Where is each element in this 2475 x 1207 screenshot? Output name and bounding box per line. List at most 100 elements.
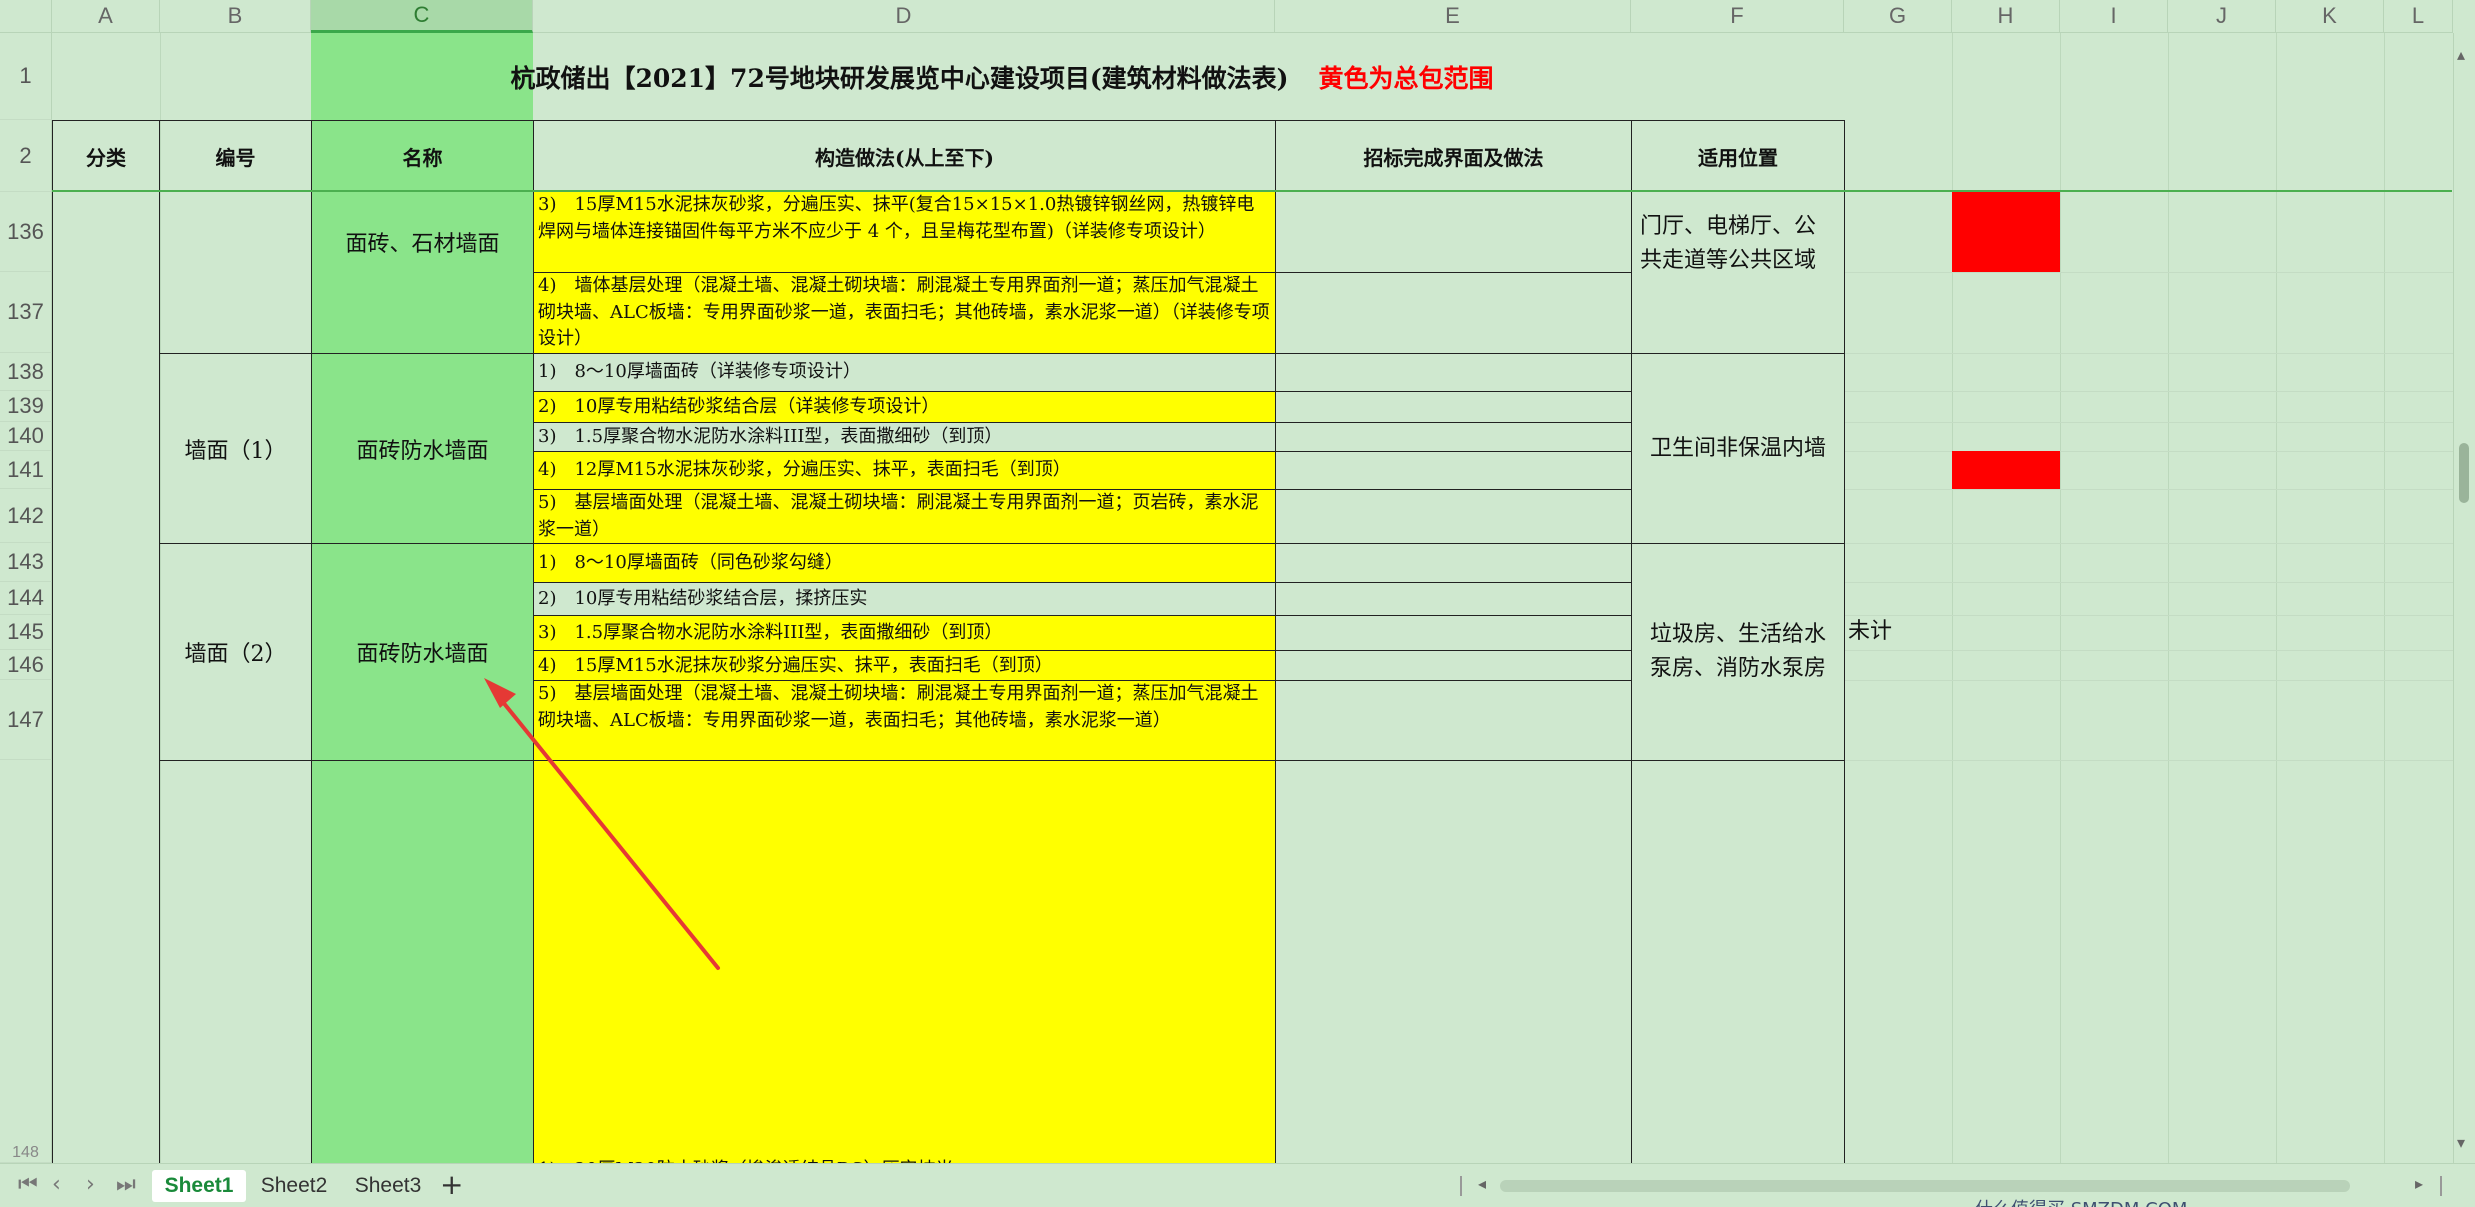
method-row-146[interactable]: 4) 15厚M15水泥抹灰砂浆分遍压实、抹平，表面扫毛（到顶） [533, 650, 1276, 681]
red-marker-h141[interactable] [1952, 451, 2060, 489]
column-header-j[interactable]: J [2168, 0, 2276, 33]
method-cell-g4[interactable]: 1) 20厚M20防水砂浆（掺渗透结晶DS）压实抹光 [533, 760, 1276, 1170]
column-header-h[interactable]: H [1952, 0, 2060, 33]
row-header-140[interactable]: 140 [0, 422, 52, 451]
header-category[interactable]: 分类 [52, 120, 160, 192]
gridline [1844, 422, 2453, 423]
vertical-scrollbar[interactable]: ▴ ▾ [2453, 33, 2475, 1163]
bid-row-146[interactable] [1275, 650, 1632, 681]
scroll-left-icon[interactable]: ◂ [1478, 1174, 1486, 1193]
row-header-144[interactable]: 144 [0, 582, 52, 615]
bid-row-147[interactable] [1275, 680, 1632, 761]
row-header-147[interactable]: 147 [0, 680, 52, 760]
header-code[interactable]: 编号 [159, 120, 312, 192]
gridline [1844, 353, 2453, 354]
select-all-corner[interactable] [0, 0, 52, 33]
gridline [1844, 650, 2453, 651]
row-header-1[interactable]: 1 [0, 33, 52, 120]
row-header-138[interactable]: 138 [0, 353, 52, 391]
method-row-145[interactable]: 3) 1.5厚聚合物水泥防水涂料III型，表面撒细砂（到顶） [533, 615, 1276, 651]
location-cell-g2[interactable]: 卫生间非保温内墙 [1631, 353, 1845, 544]
prev-sheet-icon[interactable]: ‹ [52, 1172, 61, 1197]
gridline [2276, 33, 2277, 1163]
view-splitter[interactable] [2440, 1176, 2442, 1196]
column-header-d[interactable]: D [533, 0, 1275, 33]
header-location[interactable]: 适用位置 [1631, 120, 1845, 192]
row-header-145[interactable]: 145 [0, 615, 52, 650]
method-row-141[interactable]: 4) 12厚M15水泥抹灰砂浆，分遍压实、抹平，表面扫毛（到顶） [533, 451, 1276, 490]
method-row-136[interactable]: 3) 15厚M15水泥抹灰砂浆，分遍压实、抹平(复合15×15×1.0热镀锌钢丝… [533, 191, 1276, 273]
tab-sheet2[interactable]: Sheet2 [252, 1170, 336, 1202]
bid-row-138[interactable] [1275, 353, 1632, 392]
row-header-139[interactable]: 139 [0, 391, 52, 422]
next-sheet-icon[interactable]: › [86, 1172, 95, 1197]
bid-row-140[interactable] [1275, 422, 1632, 452]
bid-row-142[interactable] [1275, 489, 1632, 544]
tab-sheet1[interactable]: Sheet1 [152, 1170, 246, 1202]
method-row-138[interactable]: 1) 8～10厚墙面砖（详装修专项设计） [533, 353, 1276, 392]
gridline [1844, 760, 2453, 761]
bid-row-137[interactable] [1275, 272, 1632, 354]
code-cell-g2[interactable]: 墙面（1） [159, 353, 312, 544]
last-sheet-icon[interactable]: ⏭ [116, 1172, 136, 1197]
row-header-146[interactable]: 146 [0, 650, 52, 680]
method-row-140[interactable]: 3) 1.5厚聚合物水泥防水涂料III型，表面撒细砂（到顶） [533, 422, 1276, 452]
vertical-scroll-thumb[interactable] [2459, 443, 2469, 503]
title-row[interactable]: 杭政储出【2021】72号地块研发展览中心建设项目(建筑材料做法表) 黄色为总包… [160, 33, 1844, 120]
category-merged-cell[interactable] [52, 191, 160, 1171]
location-cell-g3[interactable]: 垃圾房、生活给水泵房、消防水泵房 [1631, 543, 1845, 761]
name-cell-g4[interactable] [311, 760, 534, 1170]
name-cell-g1[interactable]: 面砖、石材墙面 [311, 191, 534, 354]
method-row-143[interactable]: 1) 8～10厚墙面砖（同色砂浆勾缝） [533, 543, 1276, 583]
scroll-up-icon[interactable]: ▴ [2457, 45, 2465, 64]
code-cell-g4[interactable] [159, 760, 312, 1170]
column-header-e[interactable]: E [1275, 0, 1631, 33]
first-sheet-icon[interactable]: ⏮ [18, 1172, 38, 1197]
column-header-a[interactable]: A [52, 0, 160, 33]
column-header-i[interactable]: I [2060, 0, 2168, 33]
bid-row-139[interactable] [1275, 391, 1632, 423]
row-header-137[interactable]: 137 [0, 272, 52, 353]
column-header-l[interactable]: L [2384, 0, 2453, 33]
column-header-g[interactable]: G [1844, 0, 1952, 33]
method-row-137[interactable]: 4) 墙体基层处理（混凝土墙、混凝土砌块墙：刷混凝土专用界面剂一道；蒸压加气混凝… [533, 272, 1276, 354]
scroll-right-icon[interactable]: ▸ [2415, 1174, 2423, 1193]
add-sheet-icon[interactable]: + [440, 1168, 463, 1201]
tab-sheet3[interactable]: Sheet3 [346, 1170, 430, 1202]
method-row-142[interactable]: 5) 基层墙面处理（混凝土墙、混凝土砌块墙：刷混凝土专用界面剂一道；页岩砖，素水… [533, 489, 1276, 544]
note-cell-g145[interactable]: 未计 [1848, 614, 1948, 650]
bid-row-136[interactable] [1275, 191, 1632, 273]
column-header-b[interactable]: B [160, 0, 311, 33]
scroll-down-icon[interactable]: ▾ [2457, 1133, 2465, 1152]
row-header-143[interactable]: 143 [0, 543, 52, 582]
red-marker-h136[interactable] [1952, 192, 2060, 272]
bid-row-143[interactable] [1275, 543, 1632, 583]
row-header-136[interactable]: 136 [0, 192, 52, 272]
horizontal-scroll-thumb[interactable] [1500, 1180, 2350, 1192]
bid-cell-g4[interactable] [1275, 760, 1632, 1170]
tab-splitter[interactable] [1460, 1176, 1462, 1196]
method-row-147[interactable]: 5) 基层墙面处理（混凝土墙、混凝土砌块墙：刷混凝土专用界面剂一道；蒸压加气混凝… [533, 680, 1276, 761]
row-header-141[interactable]: 141 [0, 451, 52, 489]
column-header-k[interactable]: K [2276, 0, 2384, 33]
header-bid[interactable]: 招标完成界面及做法 [1275, 120, 1632, 192]
name-cell-g2[interactable]: 面砖防水墙面 [311, 353, 534, 544]
row-header-148[interactable]: 148 [0, 760, 52, 1163]
bid-row-145[interactable] [1275, 615, 1632, 651]
name-cell-g3[interactable]: 面砖防水墙面 [311, 543, 534, 761]
column-header-c[interactable]: C [311, 0, 533, 33]
location-cell-g4[interactable] [1631, 760, 1845, 1170]
row-header-142[interactable]: 142 [0, 489, 52, 543]
method-row-144[interactable]: 2) 10厚专用粘结砂浆结合层，揉挤压实 [533, 582, 1276, 616]
column-header-f[interactable]: F [1631, 0, 1844, 33]
bid-row-144[interactable] [1275, 582, 1632, 616]
bid-row-141[interactable] [1275, 451, 1632, 490]
gridline [1844, 272, 2453, 273]
method-row-139[interactable]: 2) 10厚专用粘结砂浆结合层（详装修专项设计） [533, 391, 1276, 423]
header-name[interactable]: 名称 [311, 120, 534, 192]
code-cell-g3[interactable]: 墙面（2） [159, 543, 312, 761]
location-cell-g1[interactable]: 门厅、电梯厅、公共走道等公共区域 [1631, 191, 1845, 354]
code-cell-g1[interactable] [159, 191, 312, 354]
row-header-2[interactable]: 2 [0, 120, 52, 192]
header-method[interactable]: 构造做法(从上至下) [533, 120, 1276, 192]
